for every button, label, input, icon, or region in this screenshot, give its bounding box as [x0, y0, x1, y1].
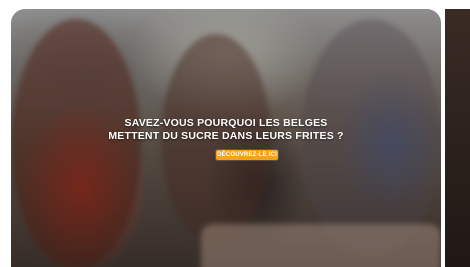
hero-title: SAVEZ-VOUS POURQUOI LES BELGES METTENT D…: [11, 117, 441, 143]
hero-banner[interactable]: SAVEZ-VOUS POURQUOI LES BELGES METTENT D…: [11, 9, 441, 267]
hero-title-line-1: SAVEZ-VOUS POURQUOI LES BELGES: [124, 117, 328, 129]
page: SAVEZ-VOUS POURQUOI LES BELGES METTENT D…: [0, 0, 470, 267]
hero-title-line-2: METTENT DU SUCRE DANS LEURS FRITES ?: [108, 130, 344, 142]
next-slide-peek[interactable]: [445, 9, 470, 267]
discover-button[interactable]: DÉCOUVREZ-LE ICI: [216, 150, 278, 160]
